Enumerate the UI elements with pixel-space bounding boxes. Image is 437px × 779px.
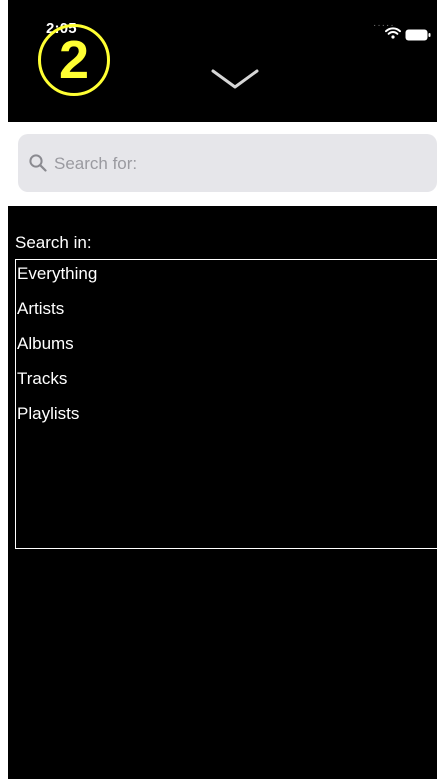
- scope-option-artists[interactable]: Artists: [17, 299, 64, 319]
- search-scope-list[interactable]: Everything Artists Albums Tracks Playlis…: [15, 259, 437, 549]
- scope-option-albums[interactable]: Albums: [17, 334, 74, 354]
- chevron-down-icon[interactable]: [211, 68, 259, 90]
- wifi-icon: [385, 27, 401, 39]
- magnifier-icon: [29, 154, 47, 172]
- status-bar: 2:05 2 ·····: [8, 0, 437, 122]
- search-in-label: Search in:: [15, 233, 92, 252]
- scope-option-everything[interactable]: Everything: [17, 264, 97, 284]
- left-edge-strip: [0, 0, 8, 779]
- battery-icon: [405, 29, 431, 41]
- search-placeholder: Search for:: [54, 154, 138, 173]
- scope-option-playlists[interactable]: Playlists: [17, 404, 79, 424]
- search-screen: 2:05 2 ····· Search for: Search in: Ever…: [0, 0, 437, 779]
- search-input[interactable]: Search for:: [18, 134, 437, 192]
- search-bar-container: Search for:: [8, 122, 437, 206]
- scope-option-tracks[interactable]: Tracks: [17, 369, 67, 389]
- step-number-badge: 2: [38, 24, 110, 96]
